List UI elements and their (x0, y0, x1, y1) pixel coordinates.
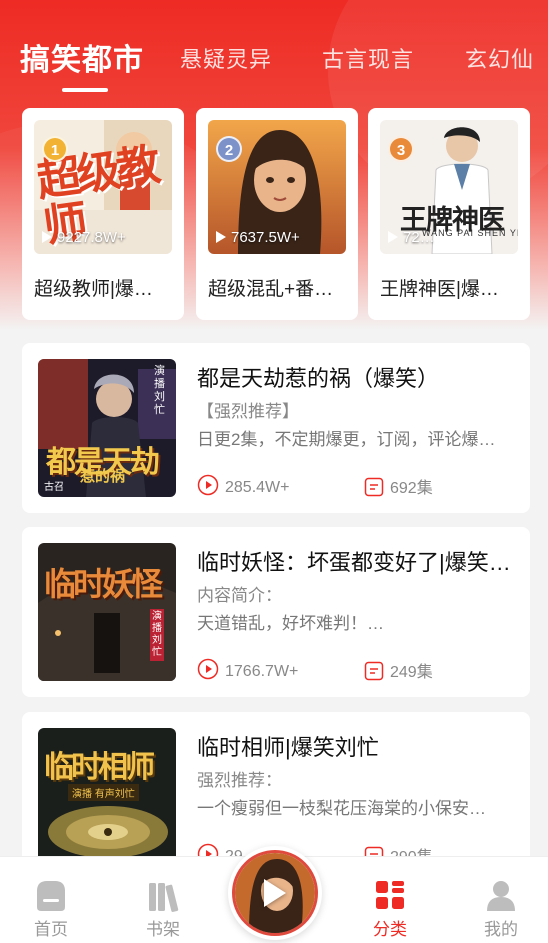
home-icon (37, 881, 65, 911)
play-icon (264, 879, 286, 907)
play-circle-icon (197, 658, 219, 680)
now-playing-button[interactable] (228, 846, 322, 940)
category-tabs: 搞笑都市 悬疑灵异 古言现言 玄幻仙 (0, 30, 548, 92)
book-cover: 临时相师 演播 有声刘忙 (38, 728, 176, 866)
cover-title-art: 临时相师 (44, 751, 155, 784)
play-icon (216, 231, 226, 243)
cover-author: 古召 (44, 482, 64, 493)
play-count: 1766.7W+ (197, 658, 298, 681)
nav-home-label: 首页 (34, 920, 68, 939)
cover-title-art: 临时妖怪 (44, 566, 163, 602)
episode-list-icon (364, 477, 384, 497)
cover-title-art-2: 惹的祸 (80, 468, 126, 485)
play-count: 285.4W+ (197, 474, 289, 497)
book-cover: 王牌神医 WANG PAI SHEN YI 3 72… (380, 120, 518, 254)
cover-subtitle-art: WANG PAI SHEN YI (422, 228, 518, 238)
cover-narrator: 演播 刘忙 (154, 365, 165, 416)
profile-icon (487, 881, 515, 911)
tab-fantasy[interactable]: 玄幻仙 (465, 42, 534, 74)
cover-narrator: 演播 刘忙 (150, 609, 164, 661)
book-cover: 临时妖怪 演播 刘忙 (38, 543, 176, 681)
top-book-card-1[interactable]: 超级教师 1 9227.8W+ 超级教师|爆… (22, 108, 184, 320)
book-subtitle: 内容简介： (197, 586, 282, 605)
bookshelf-icon (149, 883, 179, 912)
play-count: 72… (388, 229, 435, 246)
nav-category-label: 分类 (373, 920, 407, 939)
top-book-card-3[interactable]: 王牌神医 WANG PAI SHEN YI 3 72… 王牌神医|爆… (368, 108, 530, 320)
book-title: 临时妖怪：坏蛋都变好了|爆笑… (197, 550, 511, 575)
nav-bookshelf-label: 书架 (146, 920, 180, 939)
book-description: 天道错乱，好坏难判！… (197, 614, 384, 633)
play-circle-icon (197, 474, 219, 496)
episode-count: 249集 (364, 658, 433, 682)
top-book-card-2[interactable]: 2 7637.5W+ 超级混乱+番… (196, 108, 358, 320)
tab-comedy-urban[interactable]: 搞笑都市 (20, 35, 144, 79)
category-icon (376, 881, 404, 909)
rank-badge: 3 (388, 136, 414, 162)
book-title: 都是天劫惹的祸（爆笑） (197, 366, 440, 391)
book-list-item[interactable]: 临时妖怪 演播 刘忙 临时妖怪：坏蛋都变好了|爆笑… 内容简介： 天道错乱，好坏… (22, 527, 530, 697)
play-count: 9227.8W+ (42, 229, 126, 246)
book-description: 日更2集，不定期爆更，订阅，评论爆… (197, 430, 496, 449)
active-tab-indicator (62, 88, 108, 92)
play-count: 7637.5W+ (216, 229, 300, 246)
rank-badge: 1 (42, 136, 68, 162)
play-icon (42, 231, 52, 243)
book-title: 超级混乱+番… (208, 279, 334, 300)
play-icon (388, 231, 398, 243)
book-cover: 2 7637.5W+ (208, 120, 346, 254)
episode-list-icon (364, 661, 384, 681)
book-subtitle: 【强烈推荐】 (197, 402, 299, 421)
nav-profile-label: 我的 (484, 920, 518, 939)
rank-badge: 2 (216, 136, 242, 162)
cover-narrator: 演播 有声刘忙 (68, 784, 139, 801)
tab-suspense[interactable]: 悬疑灵异 (180, 42, 272, 74)
book-list-item[interactable]: 都是天劫 惹的祸 演播 刘忙 古召 都是天劫惹的祸（爆笑） 【强烈推荐】 日更2… (22, 343, 530, 513)
book-title: 王牌神医|爆… (380, 279, 499, 300)
book-cover: 超级教师 1 9227.8W+ (34, 120, 172, 254)
book-subtitle: 强烈推荐： (197, 771, 282, 790)
book-cover: 都是天劫 惹的祸 演播 刘忙 古召 (38, 359, 176, 497)
episode-count: 692集 (364, 474, 433, 498)
tab-romance[interactable]: 古言现言 (322, 42, 414, 74)
book-title: 临时相师|爆笑刘忙 (197, 735, 379, 760)
book-description: 一个瘦弱但一枝梨花压海棠的小保安… (197, 799, 486, 818)
book-title: 超级教师|爆… (34, 279, 153, 300)
